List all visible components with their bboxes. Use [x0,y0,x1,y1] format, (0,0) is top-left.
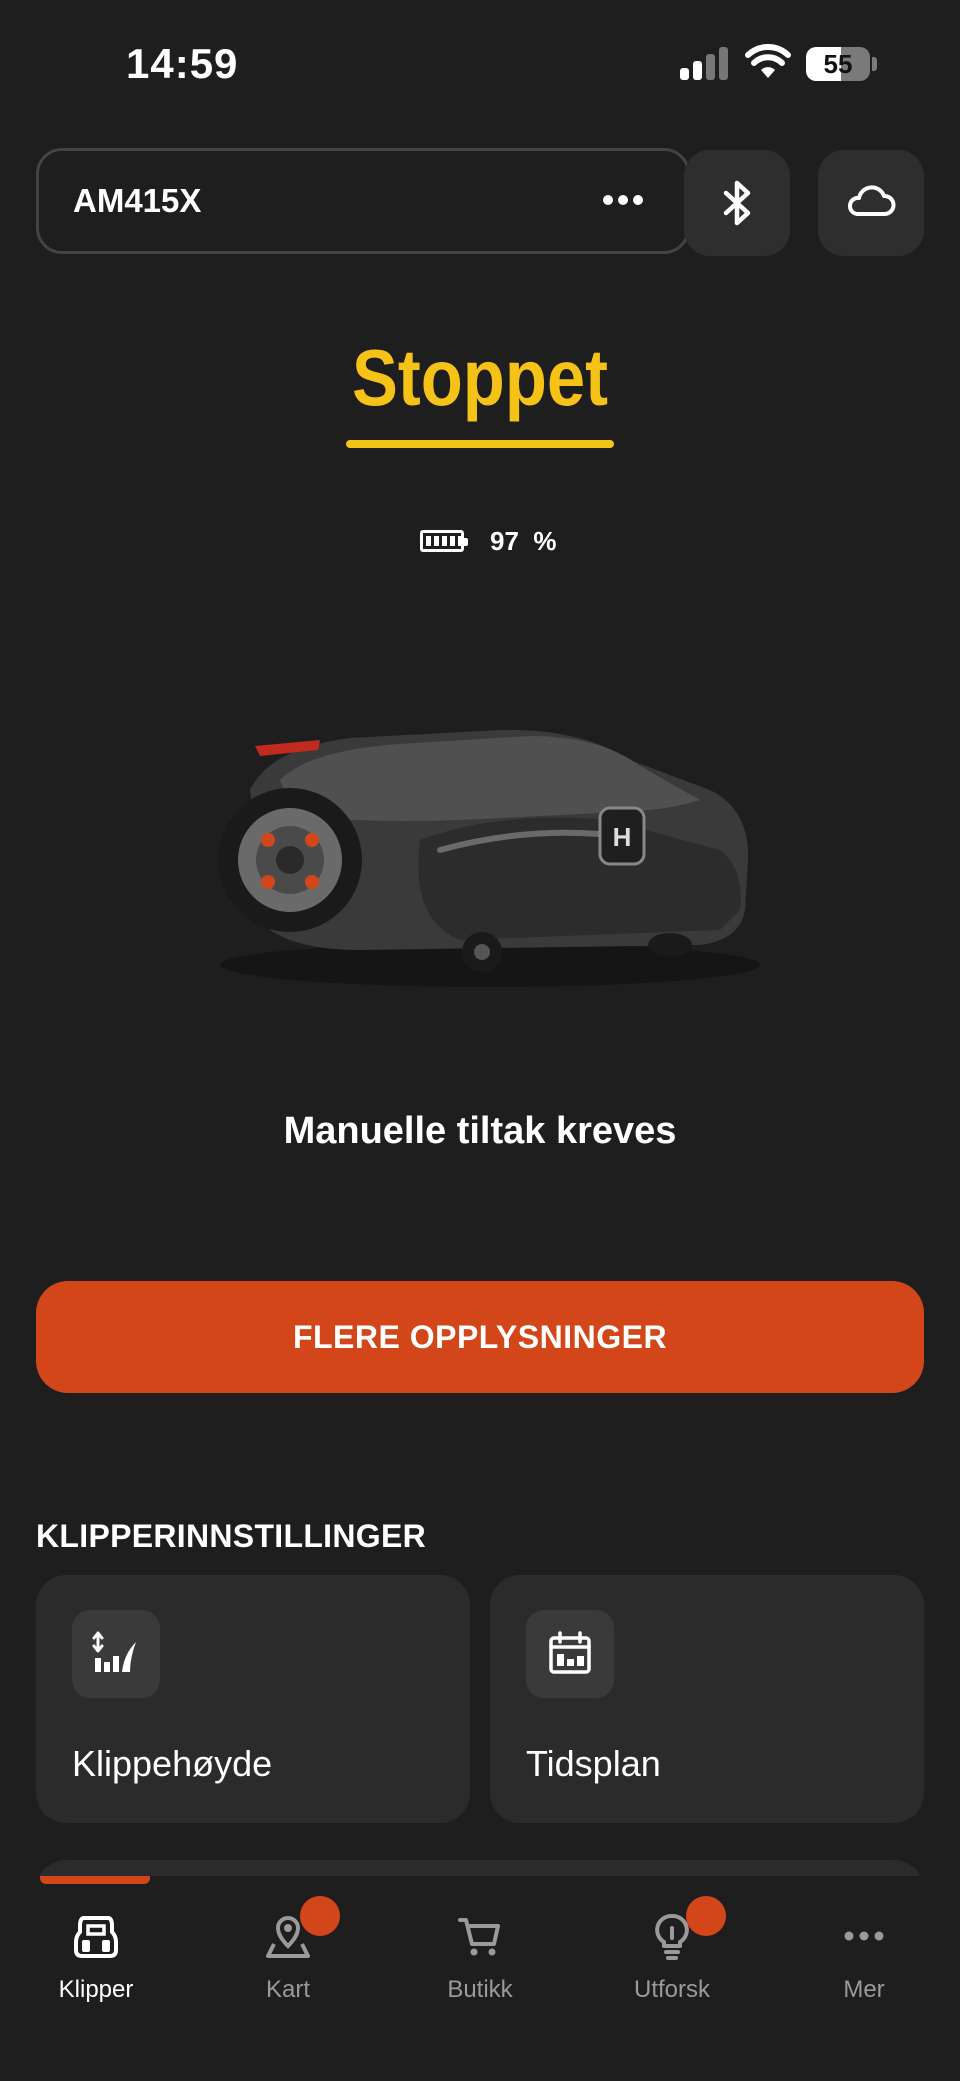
status-time: 14:59 [126,40,239,87]
bluetooth-button[interactable] [684,150,790,256]
phone-battery-icon: 55 [806,47,870,81]
mower-icon [74,1916,118,1958]
cutting-height-label: Klippehøyde [72,1743,273,1784]
tab-utforsk[interactable]: Utforsk [576,1876,768,2026]
schedule-label: Tidsplan [526,1743,661,1784]
bluetooth-icon [723,180,751,226]
tab-klipper-label: Klipper [58,1976,134,2003]
cutting-height-icon [92,1631,136,1672]
cloud-icon [847,185,896,216]
tab-butikk[interactable]: Butikk [384,1876,576,2026]
cart-icon [458,1918,500,1956]
more-horizontal-icon [844,1931,884,1941]
tab-butikk-label: Butikk [447,1976,513,2003]
mower-selector[interactable]: AM415X [36,148,690,254]
calendar-icon [549,1631,591,1674]
tab-utforsk-label: Utforsk [633,1976,710,2003]
cutting-height-card[interactable]: Klippehøyde [36,1575,470,1823]
mower-name: AM415X [73,182,202,219]
tab-bar: Klipper Kart Butikk Utforsk Mer [0,1876,960,2081]
tab-kart-label: Kart [265,1976,310,2003]
tab-mer[interactable]: Mer [768,1876,960,2026]
cutting-height-icon-box [72,1610,160,1698]
svg-text:H: H [613,822,632,852]
battery-icon [420,530,468,552]
settings-heading: KLIPPERINNSTILLINGER [36,1518,427,1554]
tab-utforsk-badge [686,1896,726,1936]
battery-value: 97 [490,526,519,556]
schedule-icon-box [526,1610,614,1698]
status-message: Manuelle tiltak kreves [283,1110,677,1152]
phone-battery-nub [872,57,877,71]
mower-status-title: Stoppet [351,333,609,422]
tab-kart-badge [300,1896,340,1936]
more-info-button[interactable]: FLERE OPPLYSNINGER [36,1281,924,1393]
battery-unit: % [533,526,557,556]
mower-image: H [200,700,760,1000]
cellular-signal-icon [680,46,730,80]
wifi-icon [745,44,791,80]
tab-kart[interactable]: Kart [192,1876,384,2026]
schedule-card[interactable]: Tidsplan [490,1575,924,1823]
phone-battery-level: 55 [823,49,853,79]
tab-klipper[interactable]: Klipper [0,1876,192,2026]
status-bar: 14:59 55 [0,0,960,130]
status-underline [346,440,614,448]
battery-percentage: 97 % [490,526,557,557]
more-horizontal-icon[interactable] [603,195,643,207]
tab-mer-label: Mer [843,1976,885,2003]
cloud-button[interactable] [818,150,924,256]
